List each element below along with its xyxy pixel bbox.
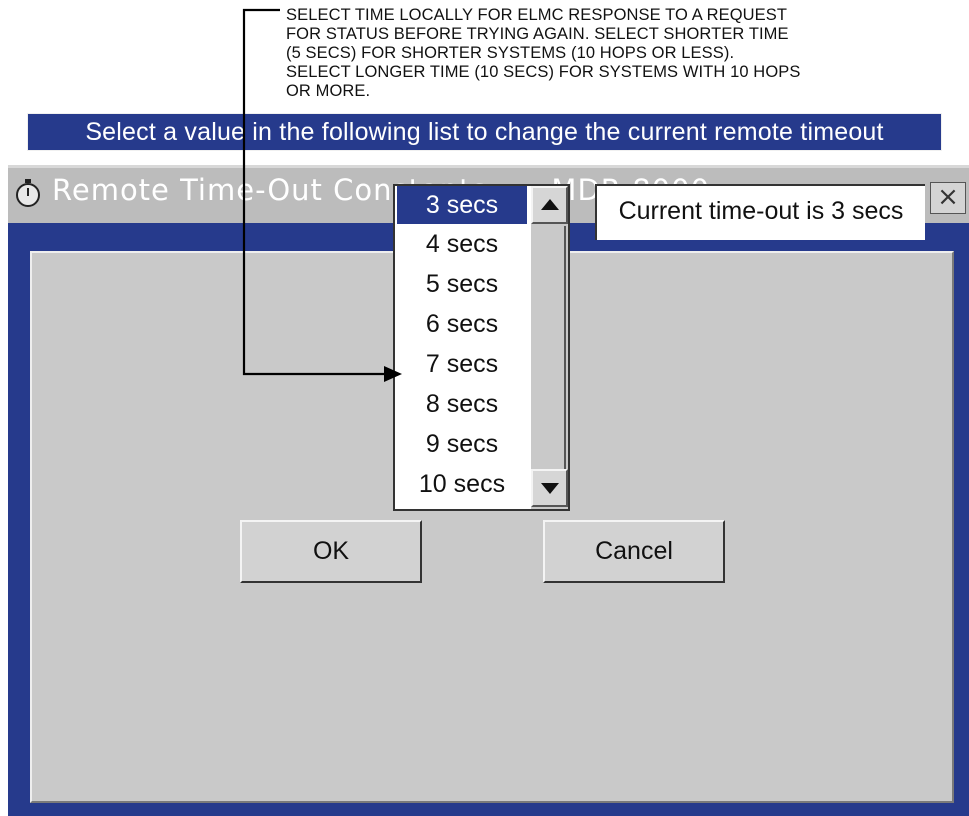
scroll-down-button[interactable] <box>531 469 568 507</box>
listbox-scrollbar[interactable] <box>531 186 568 509</box>
timeout-listbox[interactable]: 3 secs 4 secs 5 secs 6 secs 7 secs 8 sec… <box>393 184 570 511</box>
scroll-up-button[interactable] <box>531 186 568 224</box>
timeout-option-7-secs[interactable]: 7 secs <box>397 345 527 383</box>
current-timeout-display: Current time-out is 3 secs <box>595 184 925 240</box>
close-button[interactable]: × <box>930 182 966 214</box>
triangle-up-icon <box>541 199 559 210</box>
scroll-track[interactable] <box>533 226 566 469</box>
timeout-option-8-secs[interactable]: 8 secs <box>397 385 527 423</box>
ok-button[interactable]: OK <box>240 520 422 583</box>
timeout-option-5-secs[interactable]: 5 secs <box>397 265 527 303</box>
stopwatch-icon <box>16 179 40 207</box>
timeout-option-9-secs[interactable]: 9 secs <box>397 425 527 463</box>
timeout-option-3-secs[interactable]: 3 secs <box>397 186 527 224</box>
timeout-option-10-secs[interactable]: 10 secs <box>397 465 527 503</box>
timeout-option-6-secs[interactable]: 6 secs <box>397 305 527 343</box>
cancel-button[interactable]: Cancel <box>543 520 725 583</box>
callout-annotation: SELECT TIME LOCALLY FOR ELMC RESPONSE TO… <box>286 6 801 100</box>
instruction-banner: Select a value in the following list to … <box>27 113 942 151</box>
triangle-down-icon <box>541 483 559 494</box>
timeout-option-4-secs[interactable]: 4 secs <box>397 225 527 263</box>
